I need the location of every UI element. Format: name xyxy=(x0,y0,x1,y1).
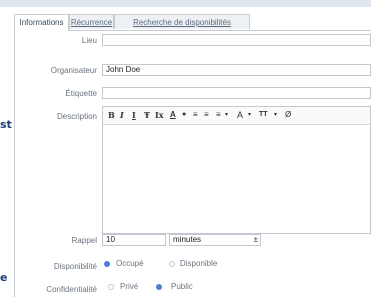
radio-disponible[interactable] xyxy=(169,261,175,267)
font-color-button[interactable]: A xyxy=(170,110,176,120)
radio-occupe[interactable] xyxy=(104,261,110,267)
organisateur-label: Organisateur xyxy=(50,66,97,75)
bold-button[interactable]: B xyxy=(108,110,115,120)
etiquette-field[interactable] xyxy=(102,87,371,99)
numbered-list-button[interactable]: ≡ xyxy=(204,110,209,120)
rappel-input[interactable]: 10 xyxy=(102,234,166,246)
underline-button[interactable]: I xyxy=(132,110,136,120)
strikethrough-button[interactable]: Ŧ xyxy=(144,110,150,120)
tab-bar: Informations Récurrence Recherche de dis… xyxy=(14,14,371,31)
tab-label: Récurrence xyxy=(70,18,113,27)
font-size-dropdown-icon[interactable]: ▾ xyxy=(248,110,251,120)
disponibilite-label: Disponibilité xyxy=(53,262,97,271)
tab-informations[interactable]: Informations xyxy=(14,14,69,31)
rappel-unit-select[interactable]: minutes ± xyxy=(169,234,261,246)
tab-label: Informations xyxy=(19,18,64,27)
editor-toolbar: B I I Ŧ Ix A ● ≡ ≡ ≡ ▾ A ▾ TT ▾ Ø xyxy=(103,107,370,125)
highlight-button[interactable]: ● xyxy=(182,110,186,120)
top-strip xyxy=(0,0,371,7)
organisateur-field[interactable]: John Doe xyxy=(102,64,371,76)
tab-recurrence[interactable]: Récurrence xyxy=(69,14,114,29)
radio-occupe-label: Occupé xyxy=(116,259,144,268)
left-text-fragment: e xyxy=(0,271,8,284)
lieu-label: Lieu xyxy=(81,36,97,45)
rappel-unit-value: minutes xyxy=(173,235,202,244)
description-editor[interactable]: B I I Ŧ Ix A ● ≡ ≡ ≡ ▾ A ▾ TT ▾ Ø xyxy=(102,106,371,234)
tab-recherche-disponibilites[interactable]: Recherche de disponibilités xyxy=(114,14,250,29)
align-button[interactable]: ≡ xyxy=(216,110,221,120)
description-label: Description xyxy=(56,112,97,121)
align-dropdown-icon[interactable]: ▾ xyxy=(225,110,228,120)
font-size-button[interactable]: A xyxy=(237,110,243,120)
confidentialite-label: Confidentialité xyxy=(46,285,97,294)
italic-button[interactable]: I xyxy=(120,110,124,120)
text-height-button[interactable]: TT xyxy=(259,110,268,120)
attach-icon[interactable]: Ø xyxy=(285,110,291,120)
radio-prive-label: Privé xyxy=(120,282,139,291)
radio-prive[interactable] xyxy=(108,284,114,290)
rappel-label: Rappel xyxy=(71,236,97,245)
tab-label: Recherche de disponibilités xyxy=(133,18,231,27)
left-text-fragment: st xyxy=(0,118,12,131)
radio-public-label: Public xyxy=(171,282,193,291)
radio-public[interactable] xyxy=(156,284,162,290)
bullet-list-button[interactable]: ≡ xyxy=(193,110,198,120)
lieu-field[interactable] xyxy=(102,34,371,46)
etiquette-label: Étiquette xyxy=(65,89,97,98)
clear-format-button[interactable]: Ix xyxy=(155,110,164,120)
select-arrow-icon: ± xyxy=(253,235,258,244)
text-height-dropdown-icon[interactable]: ▾ xyxy=(274,110,277,120)
radio-disponible-label: Disponible xyxy=(180,259,218,268)
